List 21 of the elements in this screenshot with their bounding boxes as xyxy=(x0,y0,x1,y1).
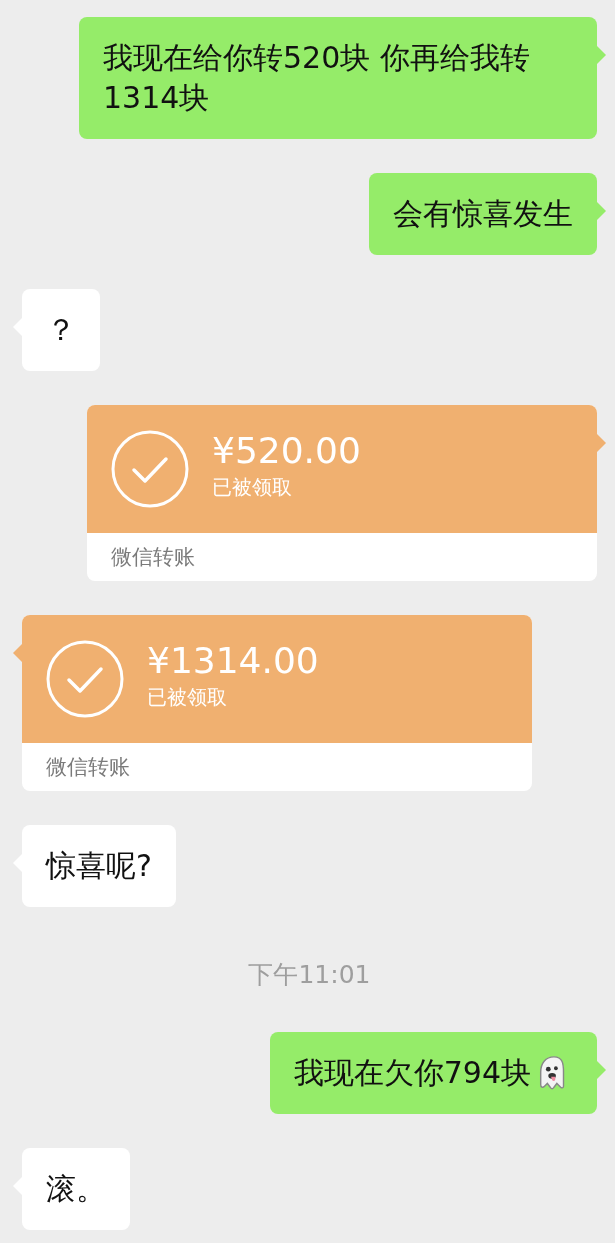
transfer-status: 已被领取 xyxy=(212,474,293,500)
bubble-tail xyxy=(597,46,606,64)
transfer-status: 已被领取 xyxy=(147,684,228,710)
transfer-amount: ¥1314.00 xyxy=(147,639,319,683)
bubble-tail xyxy=(597,434,606,452)
transfer-label: 微信转账 xyxy=(46,754,130,781)
message-bubble: 惊喜呢? xyxy=(22,825,176,907)
transfer-card[interactable]: ¥1314.00 已被领取 微信转账 xyxy=(22,615,532,791)
message-bubble: 我现在欠你794块 xyxy=(269,1032,597,1114)
timestamp: 下午11:01 xyxy=(248,959,371,991)
message-bubble: 会有惊喜发生 xyxy=(369,173,597,255)
bubble-tail xyxy=(597,202,606,220)
check-circle-icon xyxy=(45,639,125,719)
transfer-label: 微信转账 xyxy=(111,544,195,571)
transfer-amount: ¥520.00 xyxy=(212,429,361,473)
message-bubble: 滚。 xyxy=(22,1148,130,1230)
check-circle-icon xyxy=(110,429,190,509)
transfer-card[interactable]: ¥520.00 已被领取 微信转账 xyxy=(87,405,597,581)
bubble-tail xyxy=(597,1061,606,1079)
message-bubble: ？ xyxy=(22,289,100,371)
message-bubble: 我现在给你转520块 你再给我转1314块 xyxy=(79,17,597,139)
